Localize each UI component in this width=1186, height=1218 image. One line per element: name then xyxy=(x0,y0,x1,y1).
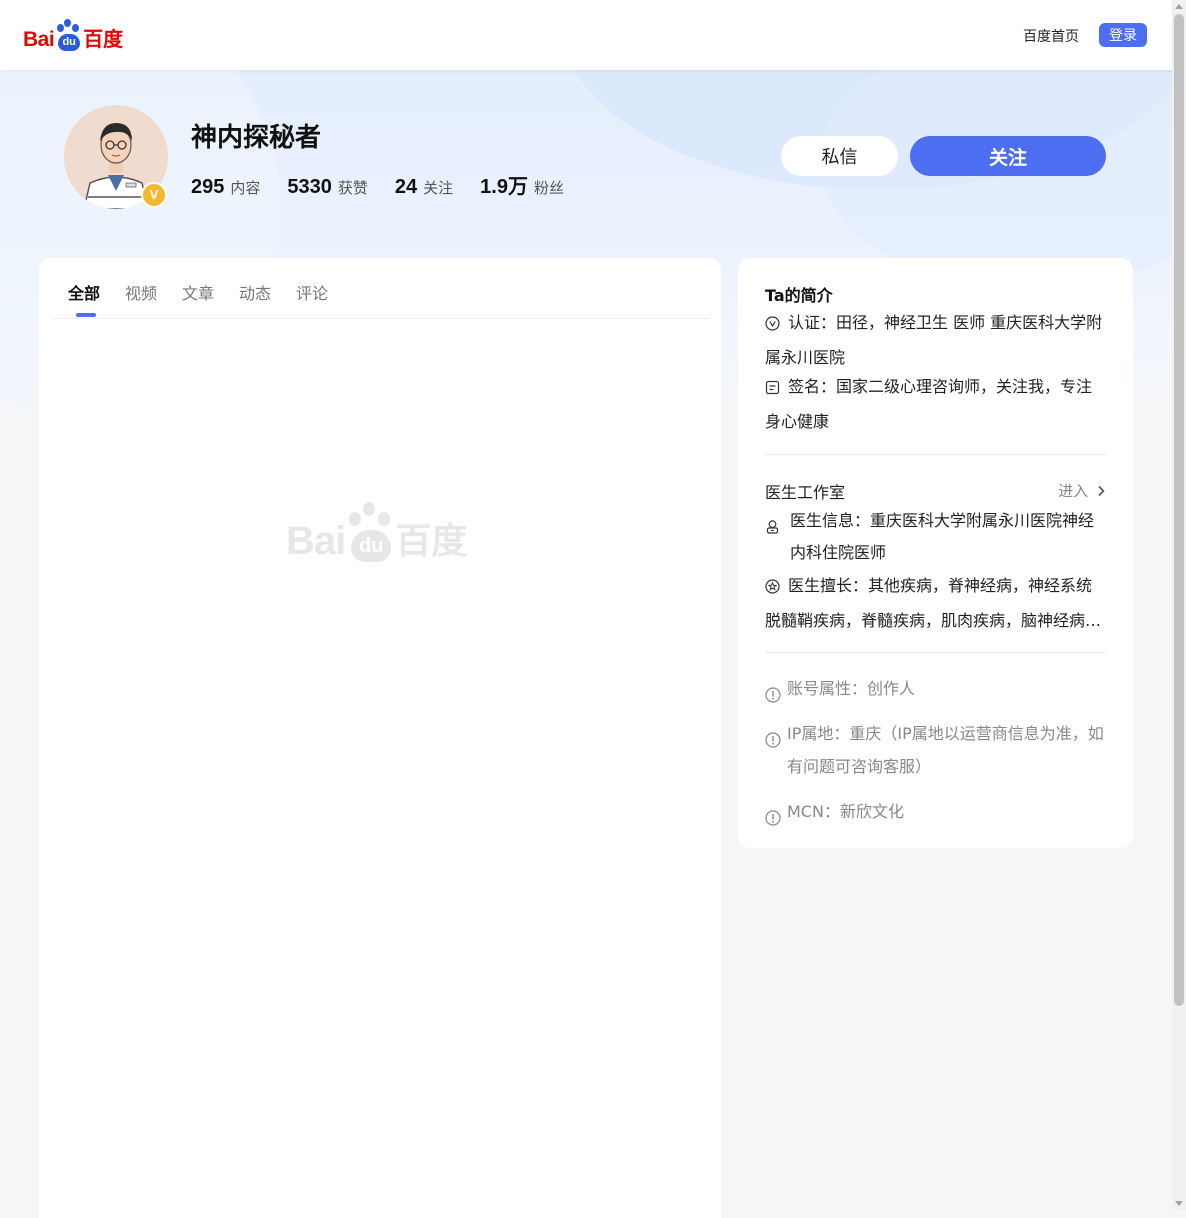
signature-icon xyxy=(765,374,780,406)
profile-name: 神内探秘者 xyxy=(191,123,322,153)
signature-text: 签名：国家二级心理咨询师，关注我，专注身心健康 xyxy=(765,377,1093,431)
tab-indicator xyxy=(76,313,96,317)
stat-likes: 5330 获赞 xyxy=(287,176,368,199)
studio-title: 医生工作室 xyxy=(765,483,846,502)
doctor-info-text: 医生信息：重庆医科大学附属永川医院神经内科住院医师 xyxy=(790,511,1095,562)
intro-title: Ta的简介 xyxy=(765,286,833,305)
baidu-logo[interactable]: Bai du 百度 xyxy=(23,16,123,52)
vertical-scrollbar[interactable] xyxy=(1172,0,1186,1210)
stat-label: 粉丝 xyxy=(533,179,564,197)
baidu-watermark-logo: Bai du 百度 xyxy=(286,500,467,564)
certification-line: 认证：田径，神经卫生 医师 重庆医科大学附属永川医院 xyxy=(765,307,1106,374)
mcn-text: MCN：新欣文化 xyxy=(787,802,904,821)
baidu-home-link[interactable]: 百度首页 xyxy=(1023,26,1079,46)
logo-paw-text: du xyxy=(58,34,81,51)
tab-video[interactable]: 视频 xyxy=(125,280,157,304)
doctor-icon xyxy=(765,513,780,545)
paw-icon: du xyxy=(54,18,82,52)
mcn-line: MCN：新欣文化 xyxy=(765,795,1106,828)
watermark-cn: 百度 xyxy=(395,521,468,562)
account-attribute-text: 账号属性：创作人 xyxy=(787,679,916,698)
message-button[interactable]: 私信 xyxy=(781,136,898,176)
ip-location-line: IP属地：重庆（IP属地以运营商信息为准，如有问题可咨询客服） xyxy=(765,717,1106,783)
tab-comment[interactable]: 评论 xyxy=(296,280,328,304)
account-attribute-line: 账号属性：创作人 xyxy=(765,672,1106,705)
info-icon xyxy=(765,681,781,714)
divider xyxy=(765,652,1106,653)
doctor-info-line: 医生信息：重庆医科大学附属永川医院神经内科住院医师 xyxy=(765,505,1106,569)
profile-info-card: Ta的简介 认证：田径，神经卫生 医师 重庆医科大学附属永川医院 签名：国家二级… xyxy=(738,258,1133,848)
stat-content[interactable]: 295 内容 xyxy=(191,176,260,199)
stat-following[interactable]: 24 关注 xyxy=(395,176,453,199)
certification-text: 认证：田径，神经卫生 医师 重庆医科大学附属永川医院 xyxy=(765,313,1103,367)
profile-stats: 295 内容 5330 获赞 24 关注 1.9万 粉丝 xyxy=(191,170,591,199)
scroll-up-icon[interactable] xyxy=(1175,4,1183,9)
studio-enter-link[interactable]: 进入 xyxy=(1058,480,1106,501)
info-icon xyxy=(765,726,781,759)
stat-label: 关注 xyxy=(423,179,454,197)
tab-dynamic[interactable]: 动态 xyxy=(239,280,271,304)
tab-article[interactable]: 文章 xyxy=(182,280,214,304)
ip-location-text: IP属地：重庆（IP属地以运营商信息为准，如有问题可咨询客服） xyxy=(787,724,1104,776)
follow-button[interactable]: 关注 xyxy=(910,136,1106,176)
specialty-line: 医生擅长：其他疾病，脊神经病，神经系统脱髓鞘疾病，脊髓疾病，肌肉疾病，脑神经病，… xyxy=(765,570,1106,637)
logo-cn: 百度 xyxy=(83,27,124,51)
watermark-paw-text: du xyxy=(351,530,392,562)
watermark-latin: Bai xyxy=(286,519,346,563)
logo-latin: Bai xyxy=(23,28,55,51)
star-icon xyxy=(765,573,780,605)
scroll-down-icon[interactable] xyxy=(1175,1201,1183,1206)
certification-icon xyxy=(765,310,780,342)
top-header: Bai du 百度 百度首页 登录 xyxy=(0,0,1172,70)
content-feed-card: 全部 视频 文章 动态 评论 Bai du 百度 xyxy=(39,258,721,1218)
scroll-thumb[interactable] xyxy=(1174,14,1184,1006)
stat-label: 内容 xyxy=(230,179,261,197)
stat-fans[interactable]: 1.9万 粉丝 xyxy=(480,170,564,199)
tab-all[interactable]: 全部 xyxy=(68,280,100,304)
signature-line: 签名：国家二级心理咨询师，关注我，专注身心健康 xyxy=(765,371,1106,438)
enter-link-label: 进入 xyxy=(1058,482,1089,500)
paw-icon: du xyxy=(345,500,395,564)
stat-label: 获赞 xyxy=(337,179,368,197)
stat-value: 1.9万 xyxy=(480,176,528,198)
content-tabs: 全部 视频 文章 动态 评论 xyxy=(52,258,710,319)
stat-value: 24 xyxy=(394,176,418,198)
stat-value: 295 xyxy=(191,176,225,198)
divider xyxy=(765,454,1106,455)
login-button[interactable]: 登录 xyxy=(1099,23,1147,47)
stat-value: 5330 xyxy=(287,176,332,198)
chevron-right-icon xyxy=(1093,482,1106,500)
verified-icon: V xyxy=(141,182,167,208)
info-icon xyxy=(765,804,781,837)
specialty-text: 医生擅长：其他疾病，脊神经病，神经系统脱髓鞘疾病，脊髓疾病，肌肉疾病，脑神经病，… xyxy=(765,576,1102,630)
